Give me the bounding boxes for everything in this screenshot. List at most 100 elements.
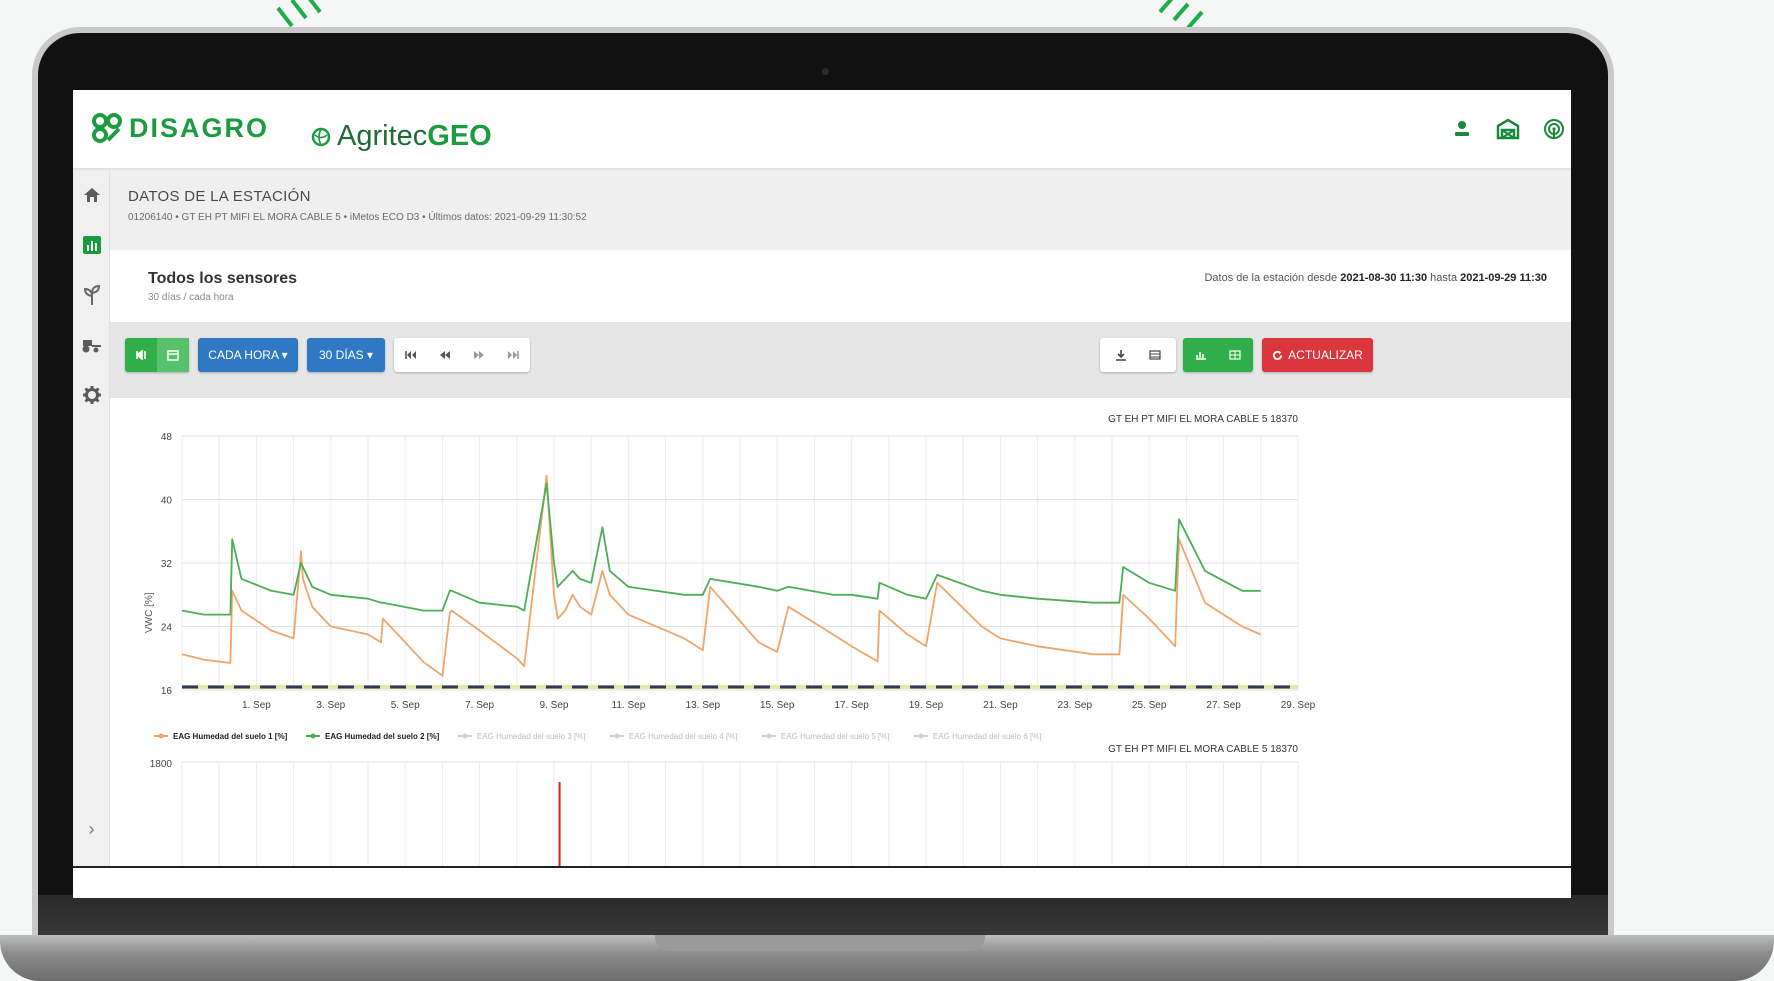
laptop-base — [0, 935, 1774, 981]
screen-bottom-bar — [73, 866, 1571, 898]
navigation-group — [394, 338, 530, 372]
refresh-icon — [1273, 350, 1283, 360]
last-icon — [508, 351, 519, 359]
back-button[interactable] — [428, 338, 462, 372]
first-button[interactable] — [394, 338, 428, 372]
legend-marker — [462, 733, 468, 739]
farm-icon[interactable] — [1495, 116, 1521, 142]
download-icon — [1116, 350, 1126, 361]
gear-icon — [82, 386, 101, 404]
sidebar-item-home[interactable] — [73, 170, 110, 220]
user-icon[interactable] — [1449, 116, 1475, 142]
download-button[interactable] — [1104, 338, 1138, 372]
app-screen: DISAGRO AgritecGEO › DATOS DE LA ESTACIÓ… — [73, 90, 1571, 898]
x-tick-label: 27. Sep — [1206, 700, 1241, 711]
y-tick-label: 32 — [161, 559, 173, 570]
x-tick-label: 9. Sep — [540, 700, 569, 711]
bar-chart-icon — [1196, 352, 1206, 360]
app-header: DISAGRO AgritecGEO — [73, 90, 1571, 170]
first-icon — [405, 351, 416, 359]
x-tick-label: 21. Sep — [983, 700, 1018, 711]
calendar-icon — [167, 350, 179, 361]
chart-icon — [82, 236, 101, 254]
legend-marker — [918, 733, 924, 739]
range-to: 2021-09-29 11:30 — [1460, 272, 1547, 284]
home-icon — [83, 188, 100, 202]
geo-text: GEO — [427, 120, 492, 152]
grid-icon — [1229, 350, 1241, 360]
refresh-label: ACTUALIZAR — [1288, 348, 1363, 362]
y-tick-label: 48 — [161, 432, 173, 443]
legend-marker — [766, 733, 772, 739]
x-tick-label: 11. Sep — [612, 700, 646, 711]
plant-icon — [83, 284, 100, 305]
x-tick-label: 17. Sep — [834, 700, 869, 711]
x-tick-label: 3. Sep — [316, 700, 345, 711]
interval-dropdown[interactable]: CADA HORA ▾ — [198, 338, 298, 372]
x-tick-label: 29. Sep — [1281, 700, 1316, 711]
sidebar-item-settings[interactable] — [73, 370, 110, 420]
legend-item: EAG Humedad del suelo 5 [%] — [781, 732, 890, 741]
station-header: DATOS DE LA ESTACIÓN 01206140 • GT EH PT… — [110, 170, 1571, 250]
agritecgeo-logo[interactable]: AgritecGEO — [311, 120, 492, 153]
legend-item: EAG Humedad del suelo 4 [%] — [629, 732, 738, 741]
x-tick-label: 13. Sep — [686, 700, 721, 711]
calendar-button[interactable] — [157, 338, 189, 372]
table-view-button[interactable] — [1138, 338, 1172, 372]
sensors-title: Todos los sensores — [148, 270, 298, 287]
range-prefix: Datos de la estación desde — [1204, 272, 1338, 284]
rewind-icon — [440, 351, 450, 359]
second-chart-y-tick: 1800 — [150, 759, 173, 770]
sensors-subtitle: 30 días / cada hora — [148, 292, 234, 303]
legend-item: EAG Humedad del suelo 2 [%] — [325, 732, 440, 741]
legend-marker — [158, 733, 164, 739]
range-from: 2021-08-30 11:30 — [1340, 272, 1428, 284]
refresh-button[interactable]: ACTUALIZAR — [1262, 338, 1373, 372]
legend-item: EAG Humedad del suelo 6 [%] — [933, 732, 1042, 741]
last-button[interactable] — [496, 338, 530, 372]
disagro-logo[interactable]: DISAGRO — [91, 112, 269, 144]
export-group — [1100, 338, 1176, 372]
header-icons — [1449, 116, 1571, 142]
latest-icon — [136, 350, 146, 360]
range-mid: hasta — [1430, 272, 1458, 284]
chart-toolbar: CADA HORA ▾ 30 DÍAS ▾ ACTUALIZAR — [110, 322, 1571, 398]
view-toggle-group — [1183, 338, 1253, 372]
station-signal-icon[interactable] — [1541, 116, 1567, 142]
chart-title: GT EH PT MIFI EL MORA CABLE 5 18370 — [1108, 414, 1298, 425]
grid-view-button[interactable] — [1218, 338, 1252, 372]
date-range: Datos de la estación desde 2021-08-30 11… — [1204, 272, 1547, 284]
sidebar-item-charts[interactable] — [73, 220, 110, 270]
chart-view-button[interactable] — [1184, 338, 1218, 372]
latest-button[interactable] — [125, 338, 157, 372]
forward-button[interactable] — [462, 338, 496, 372]
x-tick-label: 1. Sep — [242, 700, 271, 711]
legend-marker — [614, 733, 620, 739]
laptop-mockup: DISAGRO AgritecGEO › DATOS DE LA ESTACIÓ… — [0, 0, 1774, 981]
disagro-logo-icon — [92, 113, 122, 143]
station-title: DATOS DE LA ESTACIÓN — [128, 188, 311, 205]
x-tick-label: 15. Sep — [760, 700, 795, 711]
x-tick-label: 19. Sep — [909, 700, 944, 711]
x-tick-label: 25. Sep — [1132, 700, 1167, 711]
globe-icon — [311, 127, 331, 146]
period-dropdown[interactable]: 30 DÍAS ▾ — [307, 338, 385, 372]
fast-forward-icon — [474, 351, 484, 359]
x-tick-label: 7. Sep — [465, 700, 494, 711]
sensors-header: Todos los sensores 30 días / cada hora D… — [110, 250, 1571, 322]
date-mode-toggle — [125, 338, 189, 372]
legend-marker — [310, 733, 316, 739]
y-tick-label: 16 — [161, 686, 173, 697]
y-tick-label: 24 — [161, 623, 173, 634]
sidebar: › — [73, 170, 110, 868]
sidebar-expand-button[interactable]: › — [73, 814, 110, 844]
camera — [822, 68, 829, 75]
y-axis-label: VWC [%] — [144, 592, 155, 633]
y-tick-label: 40 — [161, 496, 173, 507]
legend-item: EAG Humedad del suelo 1 [%] — [173, 732, 288, 741]
tractor-icon — [82, 340, 101, 353]
sidebar-item-tractor[interactable] — [73, 320, 110, 370]
table-icon — [1149, 350, 1161, 360]
sidebar-item-plant[interactable] — [73, 270, 110, 320]
soil-moisture-chart: GT EH PT MIFI EL MORA CABLE 5 18370 16 24 3… — [144, 414, 1316, 868]
